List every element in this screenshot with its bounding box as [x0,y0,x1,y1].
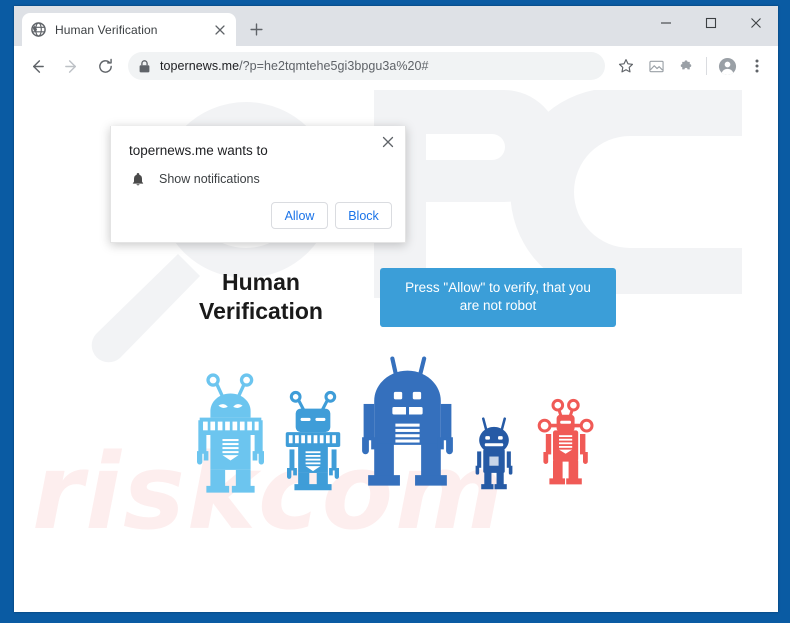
tab-strip: Human Verification [14,6,778,46]
cta-line-one: Press "Allow" to verify, that you [405,280,591,296]
robot-royal-blue [362,356,453,486]
block-button[interactable]: Block [335,202,392,229]
page-title-line-two: Verification [199,298,323,325]
verify-cta-button[interactable]: Press "Allow" to verify, that you are no… [380,268,616,327]
close-window-button[interactable] [733,6,778,39]
permission-actions: Allow Block [271,202,392,229]
url-domain: topernews.me [160,59,240,73]
minimize-button[interactable] [643,6,688,39]
page-title: Human Verification [176,268,346,327]
robot-illustration-row [14,354,778,494]
permission-close-icon[interactable] [378,132,398,152]
lock-icon[interactable] [136,58,152,74]
cta-line-two: are not robot [459,298,537,314]
star-icon[interactable] [613,53,639,79]
image-extension-icon[interactable] [643,53,669,79]
new-tab-button[interactable] [242,15,270,43]
browser-window: Human Verification topernews.me/?p=he2tq… [14,6,778,612]
hero-row: Human Verification Press "Allow" to veri… [14,268,778,327]
permission-dialog-title: topernews.me wants to [129,143,268,158]
puzzle-extension-icon[interactable] [673,53,699,79]
robot-sky-blue [285,390,341,491]
allow-button[interactable]: Allow [271,202,328,229]
account-avatar-icon[interactable] [714,53,740,79]
maximize-button[interactable] [688,6,733,39]
forward-button[interactable] [57,52,85,80]
back-button[interactable] [23,52,51,80]
url-text: topernews.me/?p=he2tqmtehe5gi3bpgu3a%20# [160,59,429,73]
permission-request-label: Show notifications [159,172,260,186]
page-title-line-one: Human [222,269,300,295]
notification-permission-dialog: topernews.me wants to Show notifications… [110,126,406,243]
address-bar[interactable]: topernews.me/?p=he2tqmtehe5gi3bpgu3a%20# [128,52,605,80]
toolbar-separator [706,57,707,75]
tab-title: Human Verification [55,22,158,37]
reload-button[interactable] [91,52,119,80]
url-path: /?p=he2tqmtehe5gi3bpgu3a%20# [239,59,429,73]
robot-navy-small [475,417,513,490]
tab-close-icon[interactable] [212,22,228,38]
bell-icon [129,170,147,188]
permission-request-row: Show notifications [129,170,260,188]
robot-light-blue [197,373,264,493]
three-dot-menu-icon[interactable] [744,53,770,79]
window-controls [643,6,778,39]
globe-icon [30,22,46,38]
desktop-background: Human Verification topernews.me/?p=he2tq… [0,0,790,623]
page-viewport: riskcom Human Verification Press "Allow"… [14,86,778,612]
robot-red [537,398,594,485]
browser-tab-human-verification[interactable]: Human Verification [22,13,236,46]
browser-toolbar: topernews.me/?p=he2tqmtehe5gi3bpgu3a%20# [14,46,778,86]
